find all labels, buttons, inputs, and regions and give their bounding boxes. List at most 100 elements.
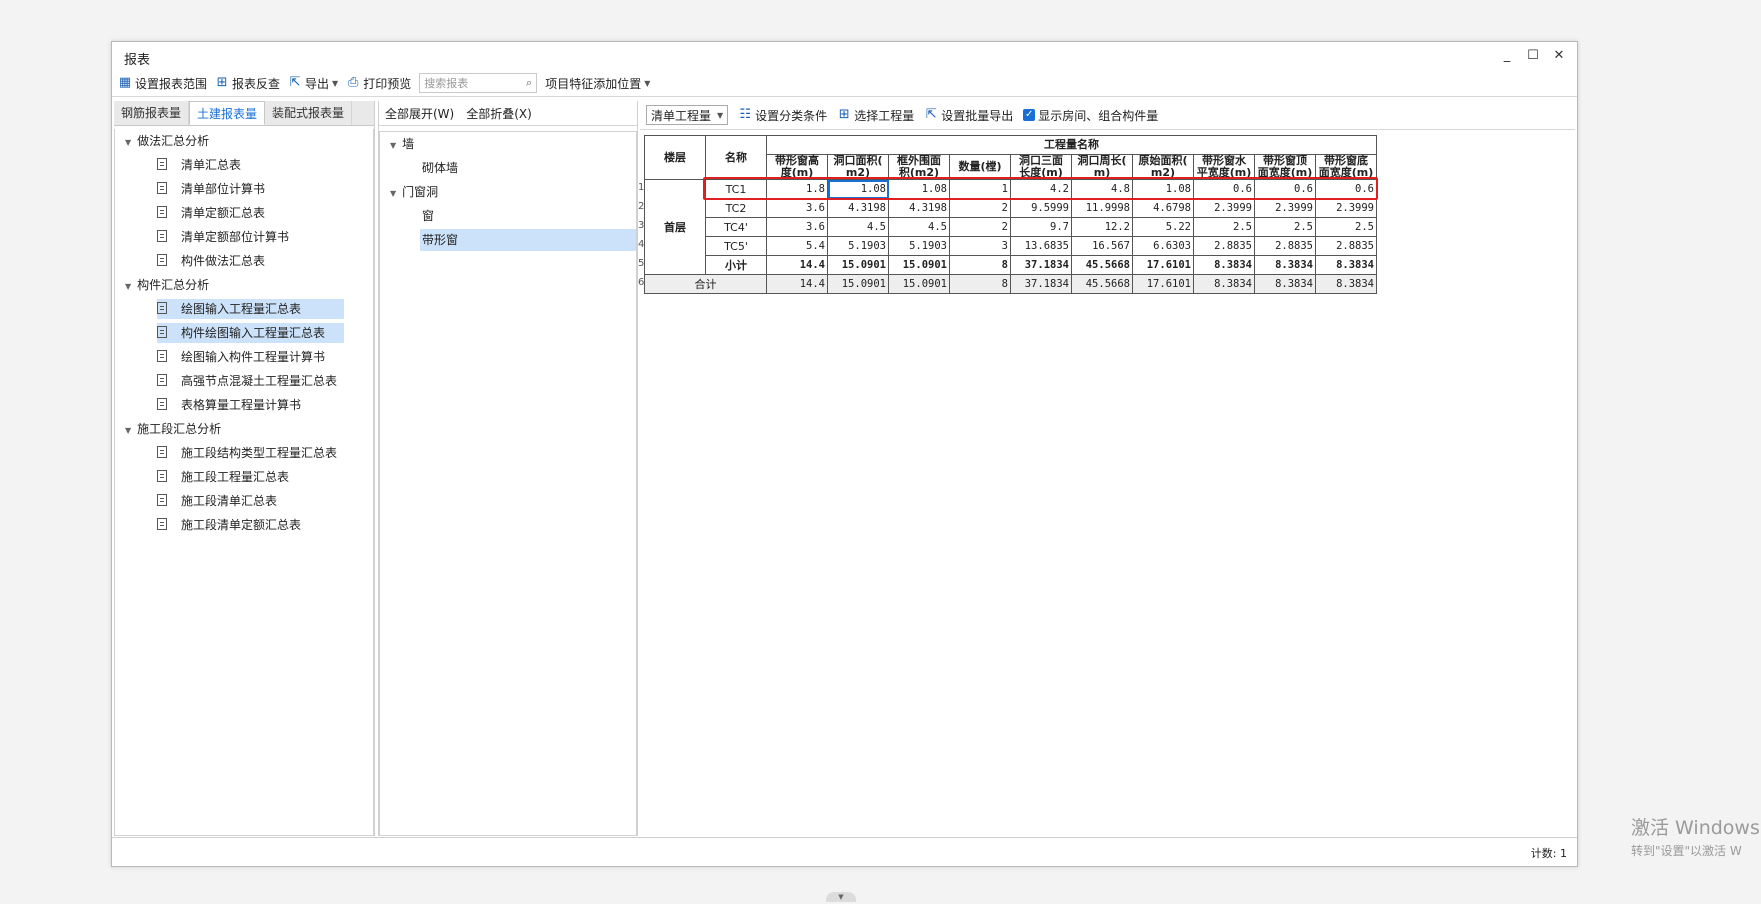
value-cell[interactable]: 17.6101: [1132, 274, 1194, 294]
tree-item-selected[interactable]: 绘图输入工程量汇总表: [115, 297, 373, 321]
value-cell[interactable]: 2.5: [1315, 217, 1377, 237]
value-cell[interactable]: 15.0901: [888, 255, 950, 275]
set-range-button[interactable]: ▦ 设置报表范围: [118, 75, 207, 92]
value-cell[interactable]: 2.8835: [1193, 236, 1255, 256]
tree-item[interactable]: 施工段清单定额汇总表: [115, 513, 373, 537]
value-cell[interactable]: 12.2: [1071, 217, 1133, 237]
tree-item[interactable]: 清单部位计算书: [115, 177, 373, 201]
table-row[interactable]: TC5' 5.4 5.1903 5.1903 3 13.6835 16.567 6.6303 2…: [645, 236, 1377, 256]
value-cell[interactable]: 8: [949, 255, 1011, 275]
value-cell[interactable]: 5.22: [1132, 217, 1194, 237]
value-cell[interactable]: 2.8835: [1315, 236, 1377, 256]
tree-item[interactable]: 清单定额部位计算书: [115, 225, 373, 249]
value-cell[interactable]: 15.0901: [827, 255, 889, 275]
value-cell[interactable]: 2.8835: [1254, 236, 1316, 256]
value-cell[interactable]: 45.5668: [1071, 255, 1133, 275]
name-cell[interactable]: 小计: [705, 255, 767, 275]
value-cell[interactable]: 2.3999: [1193, 198, 1255, 218]
value-cell[interactable]: 2.5: [1254, 217, 1316, 237]
value-cell[interactable]: 2.5: [1193, 217, 1255, 237]
value-cell[interactable]: 15.0901: [827, 274, 889, 294]
value-cell[interactable]: 3: [949, 236, 1011, 256]
batch-export-button[interactable]: ⇱ 设置批量导出: [924, 107, 1013, 124]
value-cell[interactable]: 2: [949, 198, 1011, 218]
collapse-all-button[interactable]: 全部折叠(X): [466, 105, 532, 122]
value-cell[interactable]: 5.4: [766, 236, 828, 256]
select-quantity-button[interactable]: ⊞ 选择工程量: [837, 107, 914, 124]
minimize-button[interactable]: _: [1497, 45, 1517, 65]
tree-node-door-window[interactable]: ▼ 门窗洞: [380, 180, 636, 204]
tree-group-component[interactable]: ▼ 构件汇总分析: [115, 273, 373, 297]
tree-item[interactable]: 构件做法汇总表: [115, 249, 373, 273]
table-row[interactable]: 合计 14.4 15.0901 15.0901 8 37.1834 45.5668 17.61…: [644, 274, 1377, 294]
value-cell[interactable]: 8.3834: [1315, 274, 1377, 294]
value-cell[interactable]: 9.5999: [1010, 198, 1072, 218]
name-cell[interactable]: 合计: [644, 274, 767, 294]
tree-item-selected[interactable]: 构件绘图输入工程量汇总表: [115, 321, 373, 345]
quantity-type-select[interactable]: 清单工程量 ▼: [646, 105, 729, 125]
tab-civil-report[interactable]: 土建报表量: [189, 101, 266, 125]
close-button[interactable]: ✕: [1549, 45, 1569, 65]
table-row[interactable]: TC2 3.6 4.3198 4.3198 2 9.5999 11.9998 4.6798 2.…: [645, 198, 1377, 218]
value-cell[interactable]: 4.3198: [888, 198, 950, 218]
value-cell[interactable]: 14.4: [766, 255, 828, 275]
value-cell[interactable]: 2.3999: [1254, 198, 1316, 218]
add-position-dropdown[interactable]: 项目特征添加位置 ▼: [545, 75, 650, 92]
value-cell[interactable]: 13.6835: [1010, 236, 1072, 256]
tree-node-window[interactable]: 窗: [380, 204, 636, 228]
tree-node-wall[interactable]: ▼ 墙: [380, 132, 636, 156]
value-cell[interactable]: 14.4: [766, 274, 828, 294]
expand-all-button[interactable]: 全部展开(W): [385, 105, 454, 122]
value-cell[interactable]: 4.5: [827, 217, 889, 237]
value-cell[interactable]: 45.5668: [1071, 274, 1133, 294]
tab-prefab-report[interactable]: 装配式报表量: [265, 101, 353, 125]
tree-item[interactable]: 清单汇总表: [115, 153, 373, 177]
value-cell[interactable]: 17.6101: [1132, 255, 1194, 275]
value-cell[interactable]: 8.3834: [1193, 255, 1255, 275]
value-cell[interactable]: 4.6798: [1132, 198, 1194, 218]
tree-node-strip-window[interactable]: 带形窗: [380, 228, 636, 252]
tree-item[interactable]: 施工段结构类型工程量汇总表: [115, 441, 373, 465]
name-cell[interactable]: TC4': [705, 217, 767, 237]
name-cell[interactable]: TC2: [705, 198, 767, 218]
value-cell[interactable]: 8.3834: [1315, 255, 1377, 275]
tree-item[interactable]: 高强节点混凝土工程量汇总表: [115, 369, 373, 393]
value-cell[interactable]: 8.3834: [1254, 255, 1316, 275]
table-row[interactable]: 小计 14.4 15.0901 15.0901 8 37.1834 45.5668 17.61…: [645, 255, 1377, 275]
show-rooms-checkbox[interactable]: ✓ 显示房间、组合构件量: [1023, 107, 1158, 124]
value-cell[interactable]: 8: [949, 274, 1011, 294]
value-cell[interactable]: 3.6: [766, 217, 828, 237]
value-cell[interactable]: 2.3999: [1315, 198, 1377, 218]
tree-group-construction[interactable]: ▼ 施工段汇总分析: [115, 417, 373, 441]
table-row[interactable]: TC4' 3.6 4.5 4.5 2 9.7 12.2 5.22 2.5 2.5 2.5: [645, 217, 1377, 237]
value-cell[interactable]: 2: [949, 217, 1011, 237]
value-cell[interactable]: 5.1903: [827, 236, 889, 256]
value-cell[interactable]: 16.567: [1071, 236, 1133, 256]
value-cell[interactable]: 3.6: [766, 198, 828, 218]
value-cell[interactable]: 8.3834: [1193, 274, 1255, 294]
name-cell[interactable]: TC5': [705, 236, 767, 256]
tree-group-method[interactable]: ▼ 做法汇总分析: [115, 129, 373, 153]
set-category-button[interactable]: ☷ 设置分类条件: [738, 107, 827, 124]
value-cell[interactable]: 11.9998: [1071, 198, 1133, 218]
value-cell[interactable]: 15.0901: [888, 274, 950, 294]
floor-cell[interactable]: 首层: [644, 179, 706, 275]
value-cell[interactable]: 37.1834: [1010, 255, 1072, 275]
value-cell[interactable]: 5.1903: [888, 236, 950, 256]
value-cell[interactable]: 4.3198: [827, 198, 889, 218]
tree-node-masonry-wall[interactable]: 砌体墙: [380, 156, 636, 180]
export-button[interactable]: ⇱ 导出 ▼: [288, 75, 339, 92]
value-cell[interactable]: 4.5: [888, 217, 950, 237]
search-icon[interactable]: ⌕: [526, 76, 532, 90]
tree-item[interactable]: 施工段清单汇总表: [115, 489, 373, 513]
tree-item[interactable]: 绘图输入构件工程量计算书: [115, 345, 373, 369]
value-cell[interactable]: 6.6303: [1132, 236, 1194, 256]
value-cell[interactable]: 37.1834: [1010, 274, 1072, 294]
print-preview-button[interactable]: ⎙ 打印预览: [346, 75, 411, 92]
tree-item[interactable]: 表格算量工程量计算书: [115, 393, 373, 417]
tree-item[interactable]: 清单定额汇总表: [115, 201, 373, 225]
maximize-button[interactable]: ☐: [1523, 45, 1543, 65]
report-search-input[interactable]: 搜索报表 ⌕: [419, 73, 538, 93]
reverse-check-button[interactable]: ⊞ 报表反查: [215, 75, 280, 92]
tree-item[interactable]: 施工段工程量汇总表: [115, 465, 373, 489]
